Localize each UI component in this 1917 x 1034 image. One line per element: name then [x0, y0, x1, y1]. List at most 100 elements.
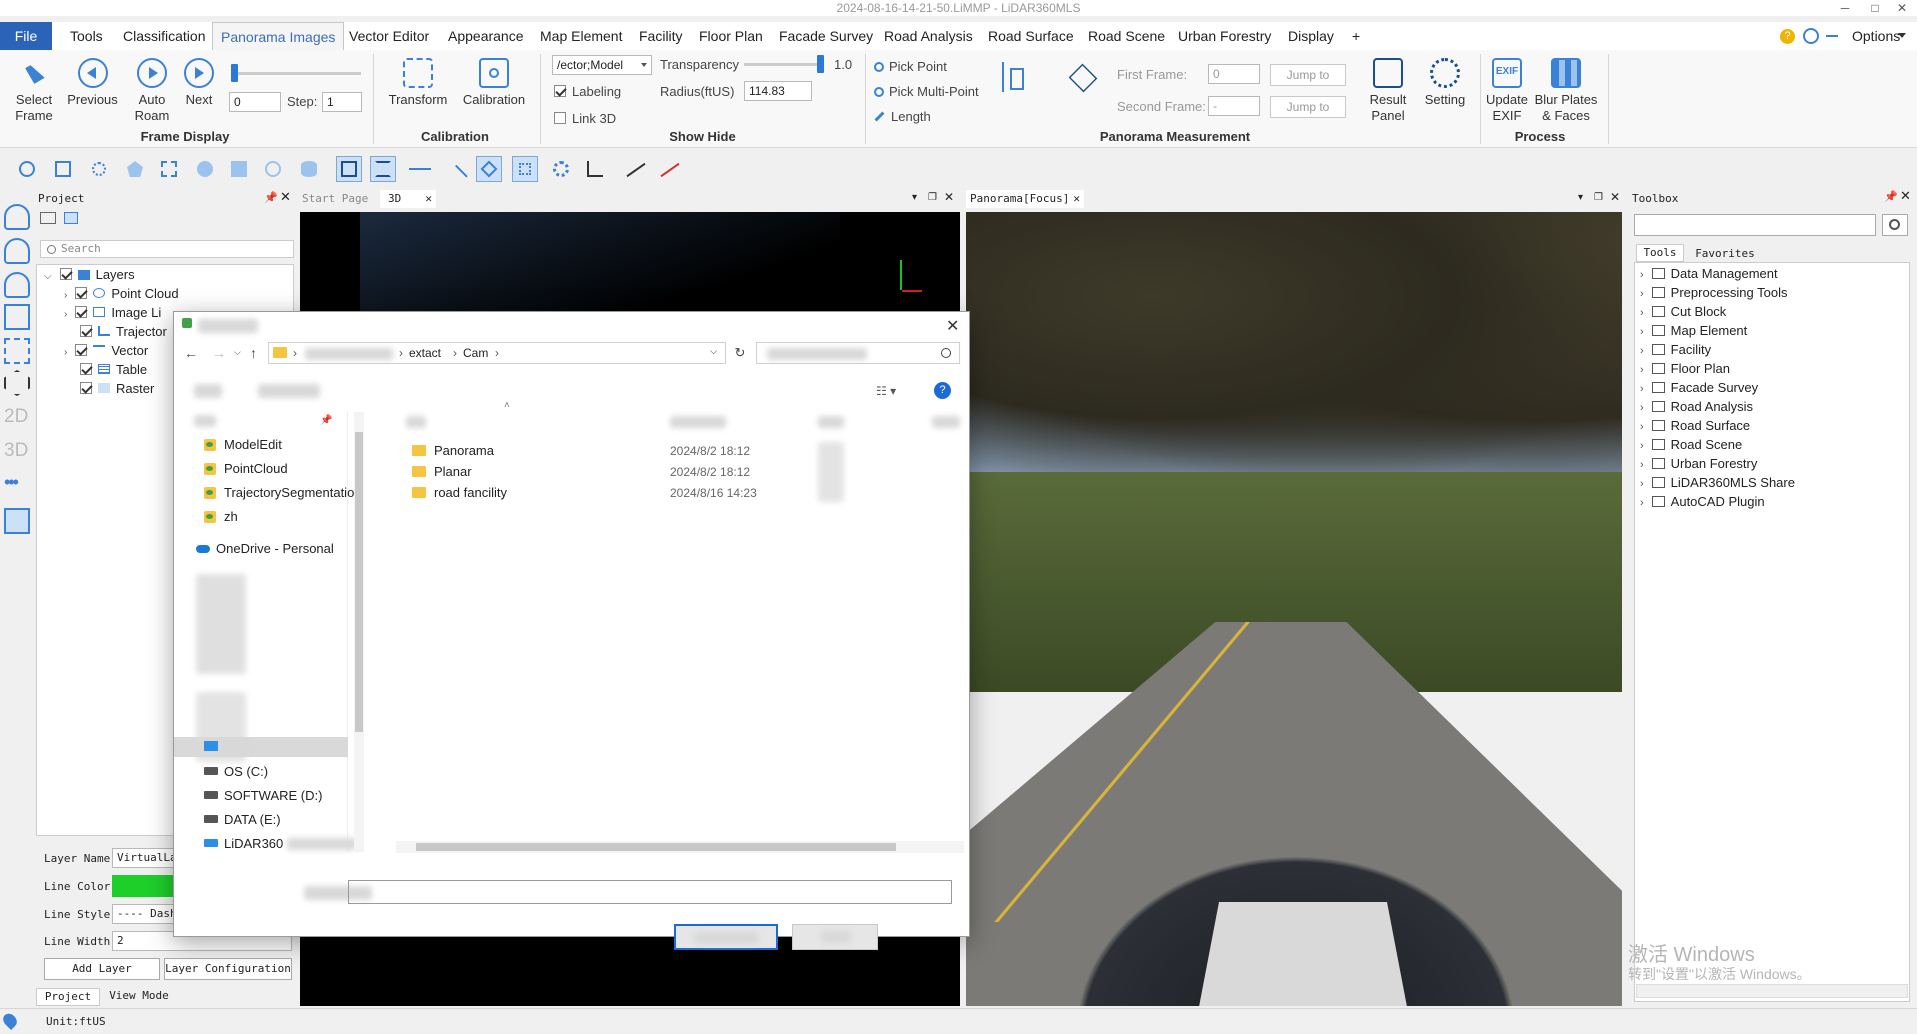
- toolbox-item[interactable]: › Preprocessing Tools: [1640, 285, 1788, 300]
- nav-drive[interactable]: DATA (E:): [204, 812, 281, 827]
- nav-drive[interactable]: OS (C:): [204, 764, 268, 779]
- vertex-snap-icon[interactable]: [512, 156, 538, 182]
- toolbox-search-input[interactable]: [1634, 214, 1876, 236]
- layer-item[interactable]: Trajector: [80, 324, 167, 339]
- nav-item[interactable]: zh: [204, 509, 238, 524]
- box-select-icon[interactable]: [336, 156, 362, 182]
- menu-urban-forestry[interactable]: Urban Forestry: [1178, 22, 1271, 50]
- options-menu[interactable]: Options: [1852, 22, 1900, 50]
- nav-onedrive[interactable]: OneDrive - Personal: [196, 541, 334, 556]
- auto-roam-button[interactable]: Auto Roam: [128, 58, 176, 124]
- close-panel-icon[interactable]: ✕: [1900, 188, 1911, 204]
- blur-plates-button[interactable]: Blur Plates & Faces: [1533, 58, 1599, 124]
- expand-chevron-icon[interactable]: ›: [1640, 364, 1644, 376]
- view-2d-toggle[interactable]: 2D: [4, 406, 28, 428]
- menu-vector-editor[interactable]: Vector Editor: [349, 22, 429, 50]
- menu-panorama-images[interactable]: Panorama Images: [212, 22, 345, 50]
- menu-facility[interactable]: Facility: [639, 22, 683, 50]
- expand-chevron-icon[interactable]: ›: [1640, 345, 1644, 357]
- breadcrumb-item[interactable]: extact: [409, 346, 441, 360]
- pick-point-button[interactable]: Pick Point: [874, 59, 947, 74]
- layer-config-button[interactable]: Layer Configuration: [164, 958, 292, 980]
- setting-button[interactable]: Setting: [1420, 58, 1470, 108]
- transparency-slider[interactable]: [744, 63, 822, 66]
- nav-item[interactable]: TrajectorySegmentation: [204, 485, 362, 500]
- refresh-icon[interactable]: ↻: [730, 342, 750, 364]
- minimize-button[interactable]: ─: [1830, 0, 1860, 16]
- toolbox-item[interactable]: › Road Surface: [1640, 418, 1750, 433]
- print-icon[interactable]: [40, 212, 56, 224]
- breadcrumb-item[interactable]: Cam: [463, 346, 488, 360]
- pentagon-icon[interactable]: [122, 156, 148, 182]
- help-icon[interactable]: ?: [1780, 29, 1795, 44]
- menu-map-element[interactable]: Map Element: [540, 22, 622, 50]
- more-icon[interactable]: •••: [4, 472, 19, 493]
- expand-chevron-icon[interactable]: ›: [1640, 478, 1644, 490]
- dialog-close-icon[interactable]: ✕: [946, 316, 959, 336]
- layer-item[interactable]: › Point Cloud: [64, 286, 179, 301]
- menu-tools[interactable]: Tools: [70, 22, 103, 50]
- image-icon[interactable]: [4, 508, 30, 534]
- toolbox-hscrollbar[interactable]: [1636, 984, 1908, 998]
- menu-add[interactable]: +: [1352, 22, 1360, 50]
- cloud-upload-icon[interactable]: [4, 204, 30, 230]
- line-node-icon[interactable]: [406, 156, 432, 182]
- nav-selected-this-pc[interactable]: [174, 737, 348, 757]
- menu-road-scene[interactable]: Road Scene: [1088, 22, 1165, 50]
- fit-view-icon[interactable]: [4, 338, 30, 364]
- link-3d-checkbox[interactable]: Link 3D: [554, 111, 616, 126]
- cube-icon[interactable]: [4, 304, 30, 330]
- nav-item[interactable]: ModelEdit: [204, 437, 282, 452]
- expand-chevron-icon[interactable]: ›: [1640, 288, 1644, 300]
- file-row[interactable]: Panorama 2024/8/2 18:12: [412, 443, 952, 458]
- toolbox-item[interactable]: › Data Management: [1640, 266, 1778, 281]
- toolbox-tab-favorites[interactable]: Favorites: [1690, 246, 1760, 262]
- select-folder-button[interactable]: [674, 924, 778, 950]
- file-hscrollbar-thumb[interactable]: [416, 843, 896, 851]
- layer-item[interactable]: Table: [80, 362, 147, 377]
- layer-item[interactable]: Raster: [80, 381, 154, 396]
- tab-view-mode[interactable]: View Mode: [104, 988, 174, 1006]
- cylinder-icon[interactable]: [296, 156, 322, 182]
- expand-chevron-icon[interactable]: ›: [1640, 440, 1644, 452]
- menu-display[interactable]: Display: [1288, 22, 1334, 50]
- pin-panel-icon[interactable]: 📌: [264, 191, 278, 204]
- cancel-button[interactable]: [792, 924, 878, 950]
- vertex-icon[interactable]: [476, 156, 502, 182]
- nav-item[interactable]: PointCloud: [204, 461, 288, 476]
- expand-chevron-icon[interactable]: ›: [1640, 402, 1644, 414]
- toolbox-item[interactable]: › Facade Survey: [1640, 380, 1758, 395]
- up-arrow-icon[interactable]: ↑: [250, 345, 257, 361]
- file-row[interactable]: Planar 2024/8/2 18:12: [412, 464, 952, 479]
- toolbox-item[interactable]: › Road Analysis: [1640, 399, 1753, 414]
- maximize-button[interactable]: □: [1860, 0, 1890, 16]
- address-bar[interactable]: › › extact › Cam › ⌵: [268, 342, 726, 364]
- view-mode-icon[interactable]: ☷ ▾: [876, 384, 896, 398]
- triangulate-icon[interactable]: [1060, 58, 1108, 98]
- menu-road-analysis[interactable]: Road Analysis: [884, 22, 973, 50]
- menu-file[interactable]: File: [0, 22, 52, 50]
- close-view-icon[interactable]: ✕: [1610, 190, 1620, 204]
- file-hscrollbar[interactable]: [396, 841, 964, 853]
- length-button[interactable]: Length: [874, 109, 931, 124]
- sphere-icon[interactable]: [260, 156, 286, 182]
- close-button[interactable]: ✕: [1887, 0, 1917, 16]
- layer-select[interactable]: /ector;Model: [552, 55, 652, 75]
- select-frame-button[interactable]: Select Frame: [8, 58, 60, 124]
- project-search-input[interactable]: Search: [40, 240, 294, 258]
- column-size-redacted[interactable]: [932, 416, 960, 428]
- update-exif-button[interactable]: EXIF Update EXIF: [1482, 58, 1532, 124]
- nav-drive[interactable]: SOFTWARE (D:): [204, 788, 322, 803]
- transparency-slider-handle[interactable]: [817, 55, 824, 73]
- toolbox-item[interactable]: › Map Element: [1640, 323, 1747, 338]
- expand-chevron-icon[interactable]: ›: [1640, 459, 1644, 471]
- tab-start-page[interactable]: Start Page: [302, 192, 368, 205]
- square-icon[interactable]: [226, 156, 252, 182]
- perspective-icon[interactable]: [4, 370, 30, 396]
- cross-icon[interactable]: [442, 156, 468, 188]
- labeling-checkbox[interactable]: Labeling: [554, 84, 621, 99]
- view-3d-toggle[interactable]: 3D: [4, 440, 28, 462]
- toolbox-search-button[interactable]: [1882, 214, 1908, 236]
- network-icon[interactable]: [86, 156, 112, 182]
- file-row[interactable]: road fancility 2024/8/16 14:23: [412, 485, 952, 500]
